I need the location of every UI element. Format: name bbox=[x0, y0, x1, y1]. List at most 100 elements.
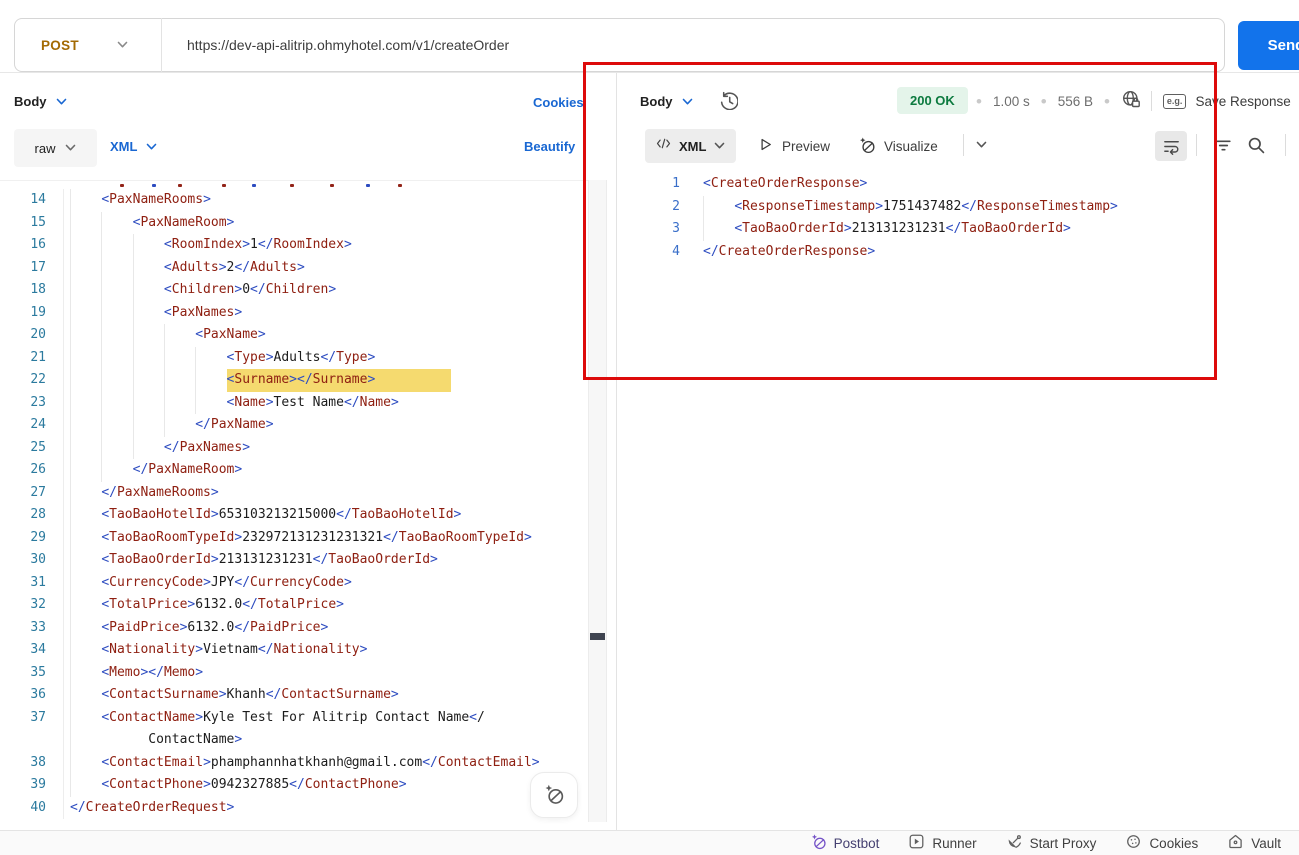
vault-icon bbox=[1227, 833, 1244, 853]
line-number: 19 bbox=[0, 302, 46, 325]
method-selector[interactable]: POST bbox=[15, 38, 161, 53]
method-label: POST bbox=[41, 38, 79, 53]
request-body-tab-label: Body bbox=[14, 94, 47, 109]
url-input[interactable]: https://dev-api-alitrip.ohmyhotel.com/v1… bbox=[187, 37, 509, 53]
footer-bar: Postbot Runner Start Proxy Cookies Vault bbox=[0, 830, 1299, 855]
line-number: 32 bbox=[0, 594, 46, 617]
line-number: 28 bbox=[0, 504, 46, 527]
clipped-code-line bbox=[0, 180, 588, 189]
request-body-tab[interactable]: Body bbox=[14, 94, 67, 109]
send-button[interactable]: Send bbox=[1238, 21, 1299, 70]
request-code-editor[interactable]: 14 <PaxNameRooms>15 <PaxNameRoom>16 <Roo… bbox=[0, 180, 588, 819]
line-number: 31 bbox=[0, 572, 46, 595]
line-number: 20 bbox=[0, 324, 46, 347]
footer-start-proxy-button[interactable]: Start Proxy bbox=[1006, 833, 1097, 853]
save-response-label: Save Response bbox=[1195, 94, 1290, 109]
code-line: 24 </PaxName> bbox=[0, 414, 588, 437]
dot-separator: • bbox=[1041, 93, 1047, 110]
example-badge-icon: e.g. bbox=[1163, 94, 1187, 109]
visualize-label: Visualize bbox=[884, 139, 938, 154]
response-size: 556 B bbox=[1058, 94, 1093, 109]
line-number: 3 bbox=[616, 218, 680, 241]
line-number: 16 bbox=[0, 234, 46, 257]
chevron-down-icon bbox=[146, 143, 157, 151]
network-globe-icon[interactable] bbox=[1121, 89, 1140, 113]
word-wrap-button[interactable] bbox=[1155, 131, 1187, 161]
code-line: 35 <Memo></Memo> bbox=[0, 662, 588, 685]
filter-button[interactable] bbox=[1213, 135, 1234, 156]
code-line: 38 <ContactEmail>phamphannhatkhanh@gmail… bbox=[0, 752, 588, 775]
code-line: 25 </PaxNames> bbox=[0, 437, 588, 460]
footer-runner-button[interactable]: Runner bbox=[908, 833, 976, 853]
line-number: 35 bbox=[0, 662, 46, 685]
divider bbox=[963, 134, 964, 156]
chevron-down-icon bbox=[682, 98, 693, 106]
satellite-icon bbox=[1006, 833, 1023, 853]
chevron-down-icon bbox=[65, 144, 76, 152]
save-response-button[interactable]: e.g. Save Response bbox=[1163, 94, 1291, 109]
response-language-selector[interactable]: XML bbox=[645, 129, 736, 163]
status-badge: 200 OK bbox=[897, 87, 968, 114]
line-number: 21 bbox=[0, 347, 46, 370]
line-number: 29 bbox=[0, 527, 46, 550]
cookies-link[interactable]: Cookies bbox=[533, 95, 584, 110]
code-line: 16 <RoomIndex>1</RoomIndex> bbox=[0, 234, 588, 257]
body-format-label: raw bbox=[35, 141, 56, 156]
visualize-button[interactable]: Visualize bbox=[858, 136, 938, 157]
line-number: 37 bbox=[0, 707, 46, 730]
request-url-bar: POST https://dev-api-alitrip.ohmyhotel.c… bbox=[14, 18, 1225, 72]
line-number: 36 bbox=[0, 684, 46, 707]
code-line: 40</CreateOrderRequest> bbox=[0, 797, 588, 820]
footer-postbot-button[interactable]: Postbot bbox=[810, 833, 880, 853]
line-number: 23 bbox=[0, 392, 46, 415]
code-line: 28 <TaoBaoHotelId>653103213215000</TaoBa… bbox=[0, 504, 588, 527]
code-line: 21 <Type>Adults</Type> bbox=[0, 347, 588, 370]
divider bbox=[161, 18, 162, 72]
line-number: 17 bbox=[0, 257, 46, 280]
preview-label: Preview bbox=[782, 139, 830, 154]
line-number: 2 bbox=[616, 196, 680, 219]
line-number: 39 bbox=[0, 774, 46, 797]
divider bbox=[1285, 134, 1286, 156]
play-icon bbox=[757, 136, 774, 156]
code-line: 22 <Surname></Surname> bbox=[0, 369, 588, 392]
magic-wand-icon bbox=[858, 136, 876, 157]
line-number: 27 bbox=[0, 482, 46, 505]
code-line: 4</CreateOrderResponse> bbox=[616, 241, 1299, 264]
line-number: 18 bbox=[0, 279, 46, 302]
runner-icon bbox=[908, 833, 925, 853]
body-format-selector[interactable]: raw bbox=[14, 129, 97, 167]
code-line: 39 <ContactPhone>0942327885</ContactPhon… bbox=[0, 774, 588, 797]
postbot-icon bbox=[810, 833, 827, 853]
line-number: 38 bbox=[0, 752, 46, 775]
request-language-selector[interactable]: XML bbox=[110, 139, 157, 154]
request-language-label: XML bbox=[110, 139, 137, 154]
dot-separator: • bbox=[976, 93, 982, 110]
response-body-tab[interactable]: Body bbox=[640, 94, 693, 109]
preview-button[interactable]: Preview bbox=[757, 136, 830, 156]
runner-label: Runner bbox=[932, 836, 976, 851]
response-code-viewer[interactable]: 1<CreateOrderResponse>2 <ResponseTimesta… bbox=[616, 173, 1299, 263]
editor-scrollbar[interactable] bbox=[588, 180, 607, 822]
line-number: 33 bbox=[0, 617, 46, 640]
chevron-down-icon bbox=[714, 142, 725, 150]
code-line: 26 </PaxNameRoom> bbox=[0, 459, 588, 482]
postbot-button[interactable] bbox=[530, 772, 578, 818]
response-time: 1.00 s bbox=[993, 94, 1030, 109]
footer-vault-button[interactable]: Vault bbox=[1227, 833, 1281, 853]
line-number: 34 bbox=[0, 639, 46, 662]
divider bbox=[1196, 134, 1197, 156]
line-number: 40 bbox=[0, 797, 46, 820]
divider bbox=[0, 72, 1299, 73]
chevron-down-icon bbox=[117, 41, 128, 49]
response-meta: • 1.00 s • 556 B • e.g. Save Response bbox=[976, 88, 1291, 114]
scrollbar-thumb[interactable] bbox=[590, 633, 605, 640]
beautify-link[interactable]: Beautify bbox=[524, 139, 575, 154]
dot-separator: • bbox=[1104, 93, 1110, 110]
chevron-down-icon[interactable] bbox=[976, 141, 987, 149]
footer-cookies-button[interactable]: Cookies bbox=[1125, 833, 1198, 853]
line-number: 30 bbox=[0, 549, 46, 572]
response-history-icon[interactable] bbox=[719, 91, 738, 115]
code-line: 18 <Children>0</Children> bbox=[0, 279, 588, 302]
search-button[interactable] bbox=[1246, 135, 1267, 156]
